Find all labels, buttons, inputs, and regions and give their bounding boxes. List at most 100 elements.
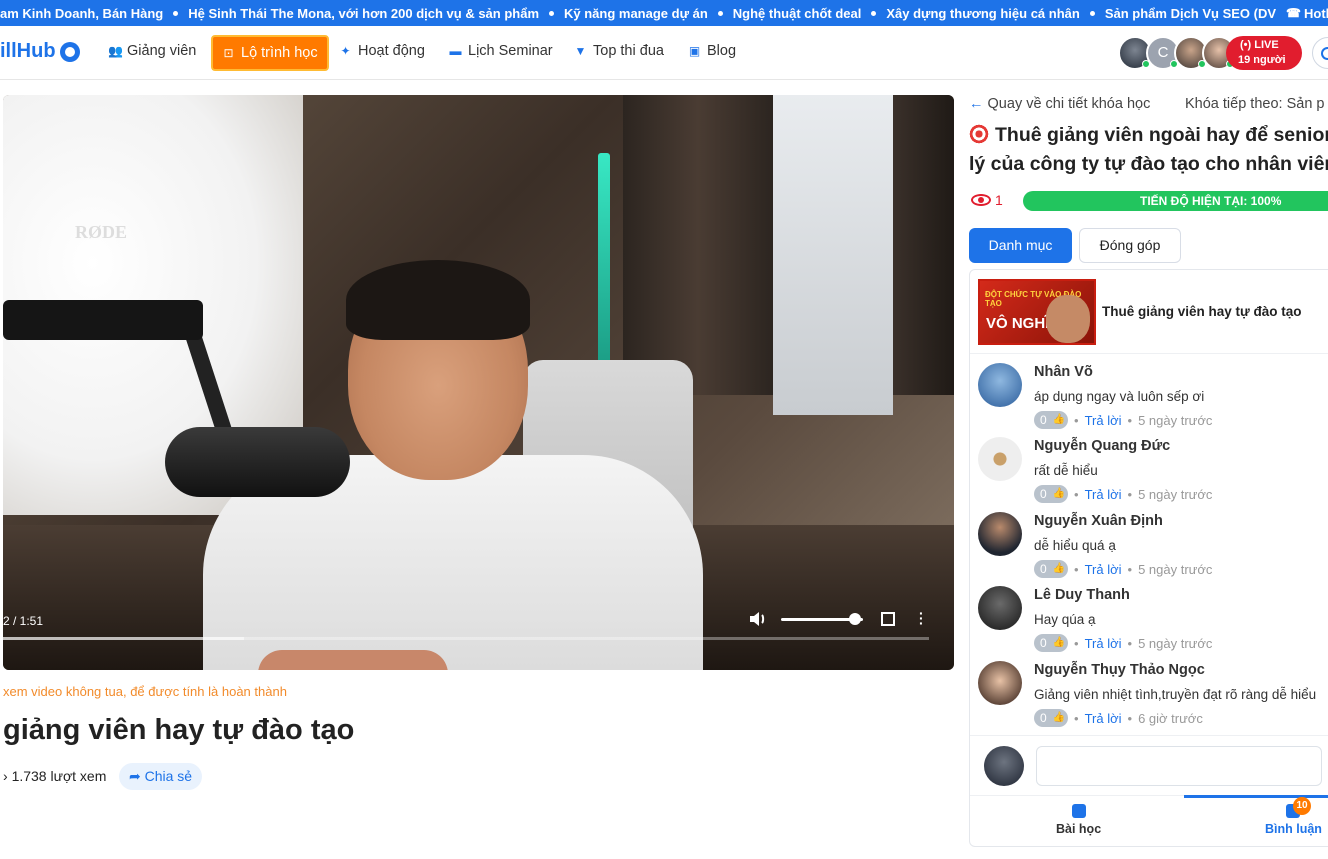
nav-item-blog[interactable]: ▣ Blog (688, 43, 736, 59)
reply-link[interactable]: Trả lời (1085, 636, 1122, 651)
reply-link[interactable]: Trả lời (1085, 413, 1122, 428)
comment-time: 5 ngày trước (1138, 561, 1213, 577)
online-users[interactable]: C (1118, 36, 1236, 70)
viewer-count: 1 (995, 192, 1003, 208)
comment-author[interactable]: Nguyễn Xuân Định (1034, 513, 1163, 529)
comment-author[interactable]: Nguyễn Quang Đức (1034, 438, 1170, 454)
comment-input[interactable] (1036, 746, 1322, 786)
target-icon (969, 124, 989, 144)
mic-brand-label: RØDE (75, 222, 128, 242)
live-button[interactable]: (•) LIVE 19 người (1226, 36, 1302, 70)
comment-composer (970, 735, 1328, 795)
ticker-item[interactable]: Sản phẩm Dịch Vụ SEO (DV (1105, 0, 1286, 26)
lesson-item[interactable]: ĐỘT CHỨC TỰ VÀO ĐÀO TẠO VÔ NGHĨA Thuê gi… (970, 270, 1328, 354)
book-icon: ▬ (449, 44, 462, 58)
avatar[interactable] (978, 586, 1022, 630)
ticker-item[interactable]: Nghệ thuật chốt deal (733, 0, 872, 26)
ticker-separator (717, 10, 723, 16)
nav-item-instructors[interactable]: 👥 Giảng viên (108, 43, 196, 59)
arrow-left-icon: ← (969, 96, 984, 112)
hotline[interactable]: ☎Hotline kỳ (1286, 0, 1328, 26)
avatar[interactable] (978, 661, 1022, 705)
back-to-course-link[interactable]: ← Quay về chi tiết khóa học (969, 96, 1150, 112)
comment-meta: 0•Trả lời•5 ngày trước (1034, 411, 1212, 429)
lesson-item-title: Thuê giảng viên hay tự đào tạo (1102, 304, 1302, 319)
reply-link[interactable]: Trả lời (1085, 711, 1122, 726)
volume-icon[interactable] (749, 611, 767, 627)
comment-text: dễ hiểu quá ạ (1034, 538, 1116, 553)
video-progress-bar[interactable] (3, 637, 929, 640)
video-progress-fill (3, 637, 244, 640)
comment-meta: 0•Trả lời•5 ngày trước (1034, 634, 1212, 652)
comment-author[interactable]: Nhân Võ (1034, 364, 1093, 380)
nav-item-leaderboard[interactable]: ▼ Top thi đua (574, 43, 664, 59)
like-button[interactable]: 0 (1034, 634, 1068, 652)
nav-label: Blog (707, 43, 737, 59)
ticker-item[interactable]: am Kinh Doanh, Bán Hàng (0, 0, 173, 26)
reply-link[interactable]: Trả lời (1085, 487, 1122, 502)
like-button[interactable]: 0 (1034, 485, 1068, 503)
reply-link[interactable]: Trả lời (1085, 562, 1122, 577)
comment-author[interactable]: Lê Duy Thanh (1034, 587, 1130, 603)
comment-meta: 0•Trả lời•5 ngày trước (1034, 560, 1212, 578)
course-progress-bar: TIẾN ĐỘ HIỆN TẠI: 100% (1023, 191, 1328, 211)
avatar[interactable] (978, 363, 1022, 407)
nav-label: Giảng viên (127, 43, 197, 59)
video-frame-mic (3, 300, 203, 340)
video-time: 2 / 1:51 (3, 614, 44, 628)
completion-note: xem video không tua, để được tính là hoà… (3, 684, 287, 699)
video-player[interactable]: RØDE 2 / 1:51 · · · (3, 95, 954, 670)
like-button[interactable]: 0 (1034, 560, 1068, 578)
lesson-thumbnail[interactable]: ĐỘT CHỨC TỰ VÀO ĐÀO TẠO VÔ NGHĨA (978, 279, 1096, 345)
like-button[interactable]: 0 (1034, 411, 1068, 429)
tab-label: Bình luận (1265, 822, 1322, 836)
volume-knob[interactable] (848, 613, 861, 625)
play-icon (1071, 804, 1086, 818)
tab-contents[interactable]: Danh mục (969, 228, 1072, 263)
comment-author[interactable]: Nguyễn Thụy Thảo Ngọc (1034, 662, 1205, 678)
tab-contribute[interactable]: Đóng góp (1079, 228, 1181, 263)
ticker-item[interactable]: Xây dựng thương hiệu cá nhân (886, 0, 1089, 26)
phone-icon: ☎ (1286, 6, 1301, 20)
top-navigation: illHub 👥 Giảng viên ⊡ Lộ trình học ✦ Hoạt đ… (0, 26, 1328, 80)
nav-label: Hoạt động (358, 43, 425, 59)
tab-lessons[interactable]: Bài học (1056, 802, 1101, 836)
bottom-tabs: Bài học Bình luận (970, 795, 1328, 846)
more-options-icon[interactable]: · · · (919, 606, 924, 630)
hotline-label: Hotline kỳ (1303, 5, 1328, 21)
volume-slider[interactable] (781, 613, 863, 625)
live-count: 19 người (1238, 54, 1286, 66)
video-frame-mic (165, 427, 350, 497)
like-button[interactable]: 0 (1034, 709, 1068, 727)
blog-icon: ▣ (688, 44, 701, 58)
ticker-item[interactable]: Kỹ năng manage dự án (564, 0, 718, 26)
video-frame-person (258, 650, 448, 670)
next-course-link[interactable]: Khóa tiếp theo: Sản p (1185, 96, 1324, 112)
tab-label: Bài học (1056, 822, 1102, 836)
share-label: Chia sẻ (144, 768, 193, 784)
video-frame-person (346, 260, 530, 340)
view-count: › 1.738 lượt xem (3, 768, 107, 784)
comment-time: 5 ngày trước (1138, 412, 1213, 428)
search-icon[interactable] (1312, 37, 1328, 69)
ticker-separator (871, 10, 877, 16)
comment-count-badge: 10 (1293, 797, 1311, 815)
avatar (984, 746, 1024, 786)
share-button[interactable]: ➦ Chia sẻ (119, 763, 203, 790)
ticker-item[interactable]: Hệ Sinh Thái The Mona, với hơn 200 dịch … (188, 0, 549, 26)
trophy-icon: ▼ (574, 44, 587, 58)
comment-meta: 0•Trả lời•6 giờ trước (1034, 709, 1203, 727)
fullscreen-icon[interactable] (881, 612, 895, 626)
site-logo[interactable]: illHub (0, 40, 80, 63)
view-count-text: 1.738 lượt xem (11, 768, 107, 784)
video-frame-background (773, 95, 893, 415)
nav-item-seminar[interactable]: ▬ Lịch Seminar (449, 43, 553, 59)
course-title-line2: lý của công ty tự đào tạo cho nhân viên (969, 153, 1328, 175)
comment-text: Hay qúa ạ (1034, 612, 1096, 627)
eye-icon (971, 194, 991, 206)
avatar[interactable] (978, 437, 1022, 481)
avatar[interactable] (978, 512, 1022, 556)
nav-item-activities[interactable]: ✦ Hoạt động (339, 43, 425, 59)
back-label: Quay về chi tiết khóa học (987, 96, 1151, 112)
nav-item-learning-path[interactable]: ⊡ Lộ trình học (211, 35, 329, 71)
